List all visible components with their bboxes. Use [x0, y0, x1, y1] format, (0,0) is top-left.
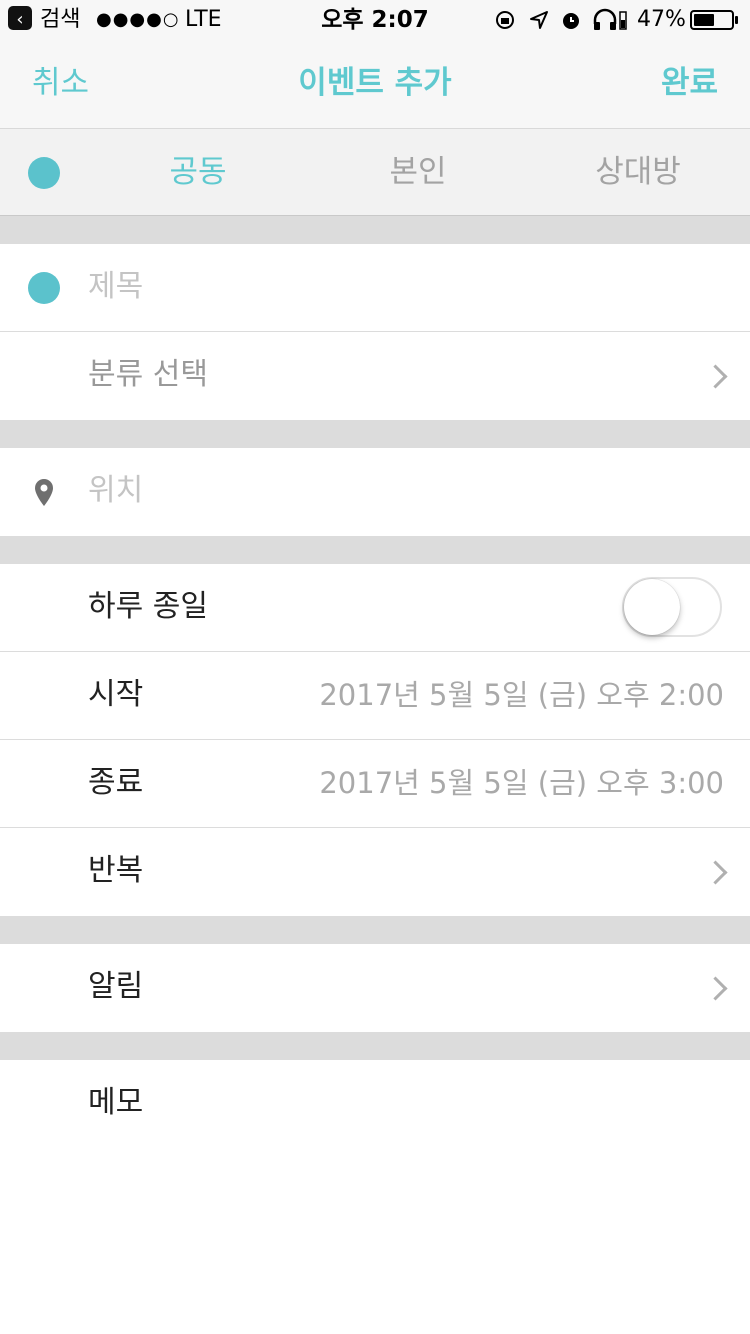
title-input[interactable]: 제목: [88, 244, 143, 330]
section-divider: [0, 420, 750, 448]
page-title: 이벤트 추가: [298, 65, 452, 101]
battery-icon: [690, 10, 738, 30]
category-select[interactable]: 분류 선택: [88, 332, 208, 418]
category-row[interactable]: 분류 선택: [0, 332, 750, 420]
title-row[interactable]: 제목: [0, 244, 750, 332]
nav-bar: 이벤트 추가 취소 완료: [0, 40, 750, 129]
alarm-row[interactable]: 알림: [0, 944, 750, 1032]
memo-label[interactable]: 메모: [88, 1060, 143, 1146]
alarm-clock-icon: [563, 13, 579, 29]
done-button[interactable]: 완료: [661, 40, 718, 126]
rotation-lock-icon: [496, 11, 514, 29]
all-day-row: 하루 종일: [0, 564, 750, 652]
all-day-toggle[interactable]: [622, 577, 722, 637]
battery-percent: 47%: [637, 7, 686, 32]
alarm-label: 알림: [88, 969, 144, 1004]
location-row[interactable]: 위치: [0, 448, 750, 536]
section-divider: [0, 916, 750, 944]
section-divider: [0, 536, 750, 564]
all-day-label: 하루 종일: [88, 589, 208, 624]
section-divider: [0, 216, 750, 244]
repeat-row[interactable]: 반복: [0, 828, 750, 916]
owner-tab-partner[interactable]: 상대방: [528, 129, 748, 215]
owner-tab-shared[interactable]: 공동: [88, 129, 308, 215]
repeat-label: 반복: [88, 853, 144, 888]
location-pin-icon: [35, 479, 53, 506]
location-arrow-icon: [530, 11, 548, 29]
toggle-knob: [624, 579, 680, 635]
chevron-right-icon: [703, 976, 728, 1001]
end-row[interactable]: 종료 2017년 5월 5일 (금) 오후 3:00: [0, 740, 750, 828]
headphones-icon: [593, 8, 617, 30]
status-bar: ‹ 검색 ●●●●○ LTE 오후 2:07 47%: [0, 0, 750, 40]
start-label: 시작: [88, 677, 144, 712]
memo-row[interactable]: 메모: [0, 1060, 750, 1334]
section-divider: [0, 1032, 750, 1060]
end-label: 종료: [88, 765, 144, 800]
chevron-right-icon: [703, 860, 728, 885]
start-row[interactable]: 시작 2017년 5월 5일 (금) 오후 2:00: [0, 652, 750, 740]
cancel-button[interactable]: 취소: [32, 40, 89, 126]
owner-color-dot: [28, 157, 60, 189]
end-datetime[interactable]: 2017년 5월 5일 (금) 오후 3:00: [319, 740, 724, 826]
start-datetime[interactable]: 2017년 5월 5일 (금) 오후 2:00: [319, 652, 724, 738]
chevron-right-icon: [703, 364, 728, 389]
owner-selector: 공동 본인 상대방: [0, 129, 750, 216]
battery-charging-indicator-icon: [619, 11, 627, 30]
owner-tab-self[interactable]: 본인: [308, 129, 528, 215]
event-color-dot[interactable]: [28, 272, 60, 304]
location-input[interactable]: 위치: [88, 448, 143, 534]
